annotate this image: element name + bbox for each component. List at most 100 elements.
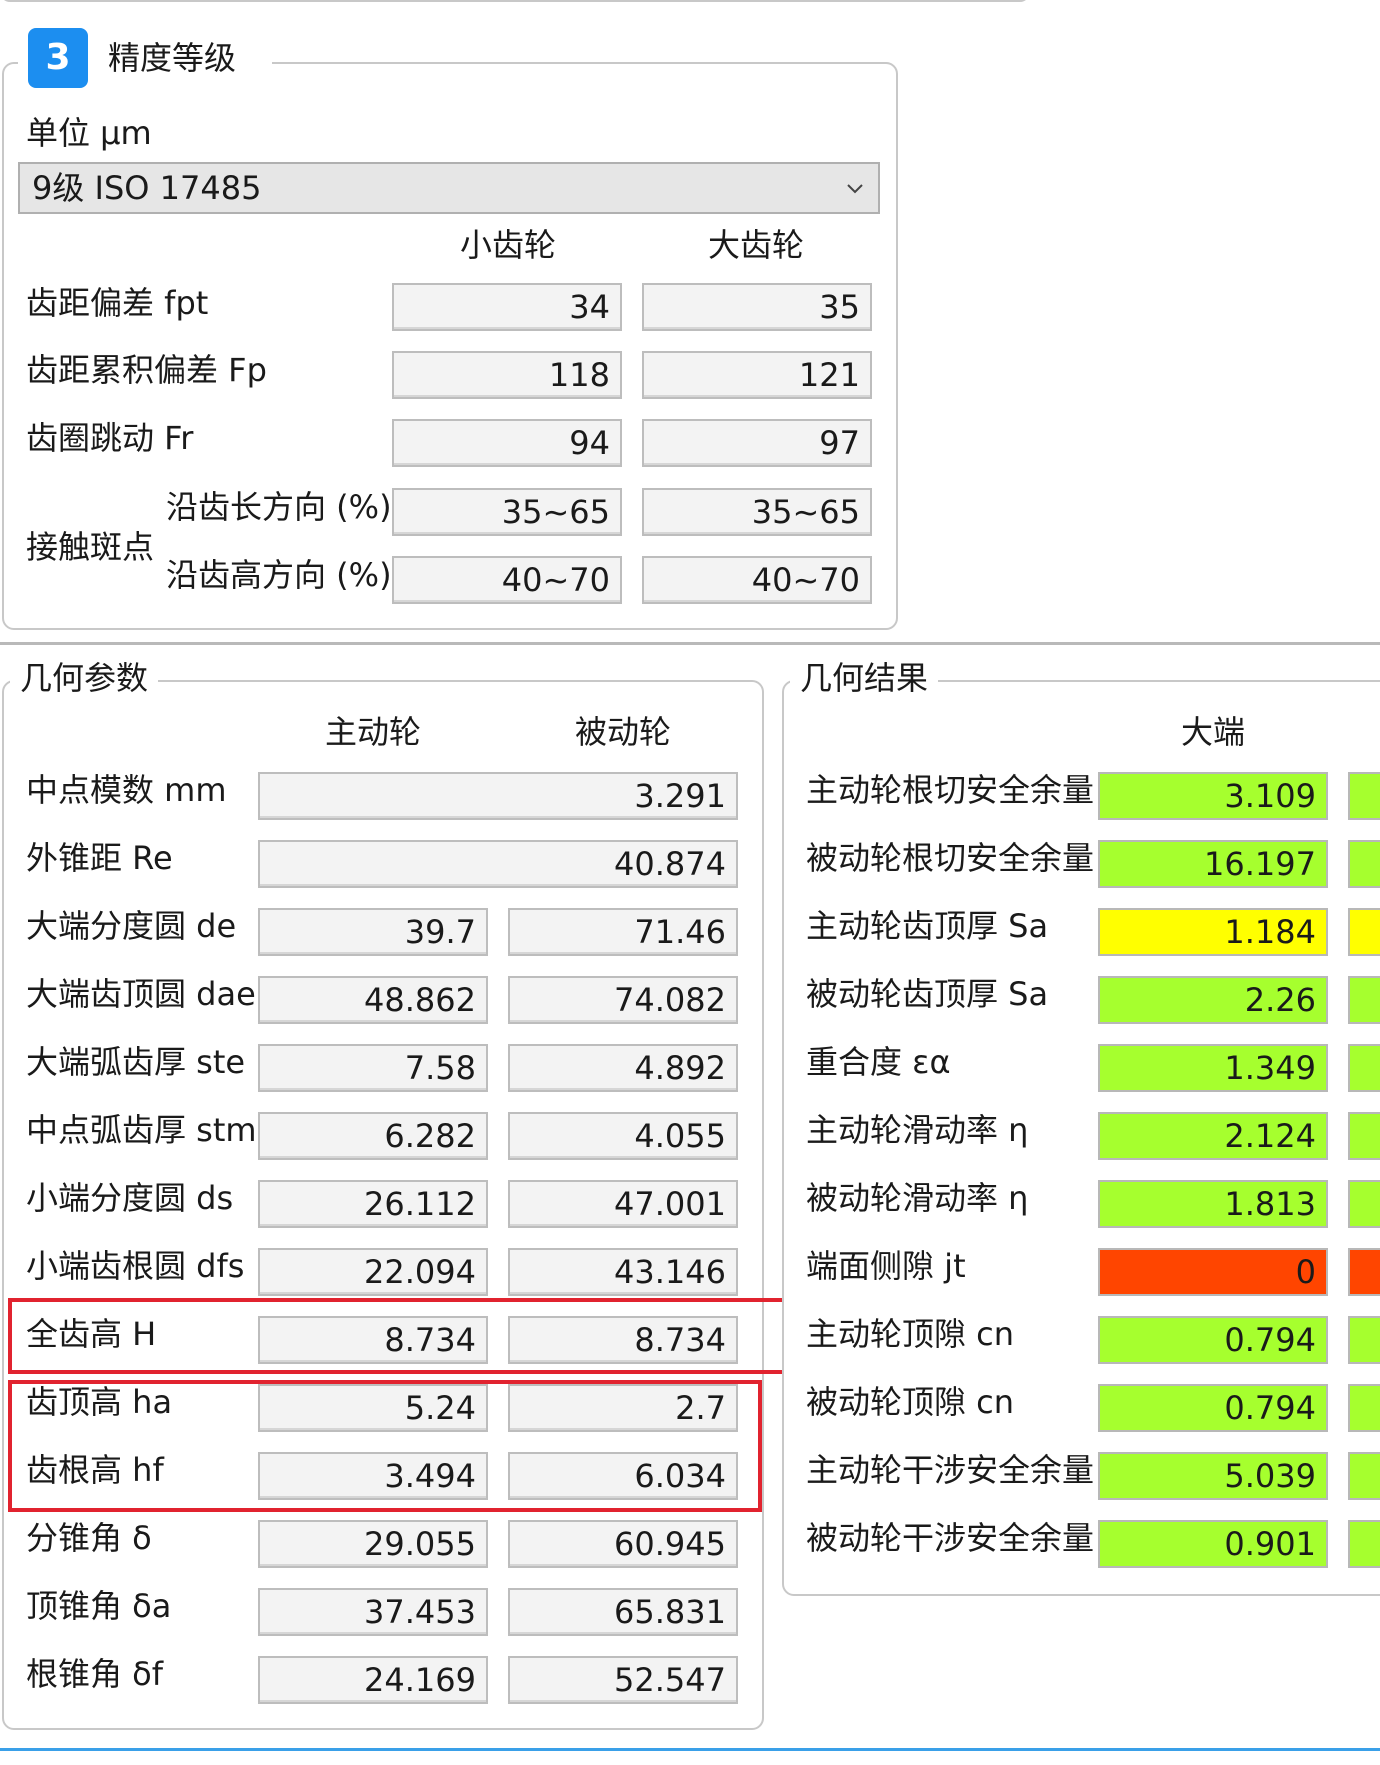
geo-row-label: 根锥角 δf [26, 1655, 164, 1693]
row-label-fr: 齿圈跳动 Fr [26, 419, 194, 457]
result-value-field-next [1348, 840, 1380, 888]
chevron-down-icon [847, 184, 863, 194]
geo-shared-value-field[interactable]: 40.874 [258, 840, 738, 888]
result-value-field-next [1348, 1248, 1380, 1296]
geo-row-label: 小端分度圆 ds [26, 1179, 234, 1217]
col-header-large-gear: 大齿轮 [707, 226, 804, 264]
geometry-section-title: 几何参数 [10, 658, 159, 698]
result-value-field-next [1348, 1180, 1380, 1228]
geo-driving-field[interactable]: 6.282 [258, 1112, 488, 1160]
geo-row-label: 大端分度圆 de [26, 907, 237, 945]
result-value-field: 3.109 [1098, 772, 1328, 820]
fr-small-field[interactable]: 94 [392, 419, 622, 467]
col-header-driving: 主动轮 [324, 713, 421, 751]
geo-driving-field[interactable]: 22.094 [258, 1248, 488, 1296]
geo-row-label: 顶锥角 δa [26, 1587, 172, 1625]
length-dir-small-field[interactable]: 35~65 [392, 488, 622, 536]
geo-row-label: 中点模数 mm [26, 771, 227, 809]
fpt-small-field[interactable]: 34 [392, 283, 622, 331]
geo-row-label: 小端齿根圆 dfs [26, 1247, 245, 1285]
unit-label: 单位 μm [26, 114, 152, 152]
geo-shared-value-field[interactable]: 3.291 [258, 772, 738, 820]
result-value-field: 0.794 [1098, 1316, 1328, 1364]
col-header-driven: 被动轮 [574, 713, 671, 751]
result-value-field: 0.901 [1098, 1520, 1328, 1568]
geo-driving-field[interactable]: 7.58 [258, 1044, 488, 1092]
result-value-field: 1.184 [1098, 908, 1328, 956]
geo-driven-field[interactable]: 52.547 [508, 1656, 738, 1704]
result-value-field-next [1348, 1316, 1380, 1364]
geo-driving-field[interactable]: 29.055 [258, 1520, 488, 1568]
fp-large-field[interactable]: 121 [642, 351, 872, 399]
highlight-box-addendum-dedendum [8, 1380, 762, 1512]
geo-row-label: 分锥角 δ [26, 1519, 152, 1557]
geo-driven-field[interactable]: 4.892 [508, 1044, 738, 1092]
result-value-field: 5.039 [1098, 1452, 1328, 1500]
fp-small-field[interactable]: 118 [392, 351, 622, 399]
result-row-label: 主动轮滑动率 η [806, 1111, 1029, 1149]
result-row-label: 被动轮干涉安全余量 [806, 1519, 1095, 1557]
result-value-field-next [1348, 1520, 1380, 1568]
fpt-large-field[interactable]: 35 [642, 283, 872, 331]
grade-select[interactable]: 9级 ISO 17485 [18, 162, 880, 214]
geo-row-label: 大端弧齿厚 ste [26, 1043, 246, 1081]
contact-pattern-label: 接触斑点 [26, 528, 155, 566]
fr-large-field[interactable]: 97 [642, 419, 872, 467]
result-row-label: 主动轮顶隙 cn [806, 1315, 1015, 1353]
geo-driven-field[interactable]: 74.082 [508, 976, 738, 1024]
results-section-title: 几何结果 [790, 658, 939, 698]
geo-driving-field[interactable]: 39.7 [258, 908, 488, 956]
row-label-length-dir: 沿齿长方向 (%) [166, 488, 392, 526]
result-value-field-next [1348, 976, 1380, 1024]
highlight-box-total-depth [8, 1298, 790, 1374]
precision-legend: 3 精度等级 [18, 28, 272, 88]
result-value-field-next [1348, 772, 1380, 820]
result-row-label: 重合度 εα [806, 1043, 951, 1081]
result-value-field: 16.197 [1098, 840, 1328, 888]
geo-driven-field[interactable]: 4.055 [508, 1112, 738, 1160]
result-value-field: 0 [1098, 1248, 1328, 1296]
col-header-big-end: 大端 [1180, 713, 1245, 751]
geo-row-label: 外锥距 Re [26, 839, 173, 877]
length-dir-large-field[interactable]: 35~65 [642, 488, 872, 536]
height-dir-small-field[interactable]: 40~70 [392, 556, 622, 604]
result-row-label: 主动轮齿顶厚 Sa [806, 907, 1049, 945]
geo-driving-field[interactable]: 24.169 [258, 1656, 488, 1704]
col-header-small-gear: 小齿轮 [459, 226, 556, 264]
row-label-height-dir: 沿齿高方向 (%) [166, 556, 392, 594]
result-row-label: 被动轮滑动率 η [806, 1179, 1029, 1217]
geo-driven-field[interactable]: 47.001 [508, 1180, 738, 1228]
geo-driving-field[interactable]: 48.862 [258, 976, 488, 1024]
result-value-field: 1.349 [1098, 1044, 1328, 1092]
result-row-label: 被动轮根切安全余量 [806, 839, 1095, 877]
row-label-fpt: 齿距偏差 fpt [26, 284, 209, 322]
top-panel-edge [0, 0, 1030, 2]
result-row-label: 主动轮干涉安全余量 [806, 1451, 1095, 1489]
result-value-field-next [1348, 1452, 1380, 1500]
geo-driven-field[interactable]: 43.146 [508, 1248, 738, 1296]
geo-driving-field[interactable]: 37.453 [258, 1588, 488, 1636]
result-value-field: 1.813 [1098, 1180, 1328, 1228]
section-divider [0, 642, 1380, 645]
result-value-field: 2.124 [1098, 1112, 1328, 1160]
result-value-field-next [1348, 1384, 1380, 1432]
result-value-field-next [1348, 1044, 1380, 1092]
geo-driven-field[interactable]: 65.831 [508, 1588, 738, 1636]
height-dir-large-field[interactable]: 40~70 [642, 556, 872, 604]
result-value-field: 2.26 [1098, 976, 1328, 1024]
result-value-field-next [1348, 908, 1380, 956]
result-row-label: 被动轮顶隙 cn [806, 1383, 1015, 1421]
result-row-label: 端面侧隙 jt [806, 1247, 966, 1285]
section-number-badge: 3 [28, 28, 88, 88]
geo-row-label: 中点弧齿厚 stm [26, 1111, 257, 1149]
geo-row-label: 大端齿顶圆 dae [26, 975, 256, 1013]
geo-driven-field[interactable]: 71.46 [508, 908, 738, 956]
bottom-edge-line [0, 1748, 1380, 1751]
precision-section-title: 精度等级 [108, 39, 237, 77]
result-row-label: 被动轮齿顶厚 Sa [806, 975, 1049, 1013]
geo-driven-field[interactable]: 60.945 [508, 1520, 738, 1568]
result-row-label: 主动轮根切安全余量 [806, 771, 1095, 809]
geo-driving-field[interactable]: 26.112 [258, 1180, 488, 1228]
result-value-field: 0.794 [1098, 1384, 1328, 1432]
result-value-field-next [1348, 1112, 1380, 1160]
